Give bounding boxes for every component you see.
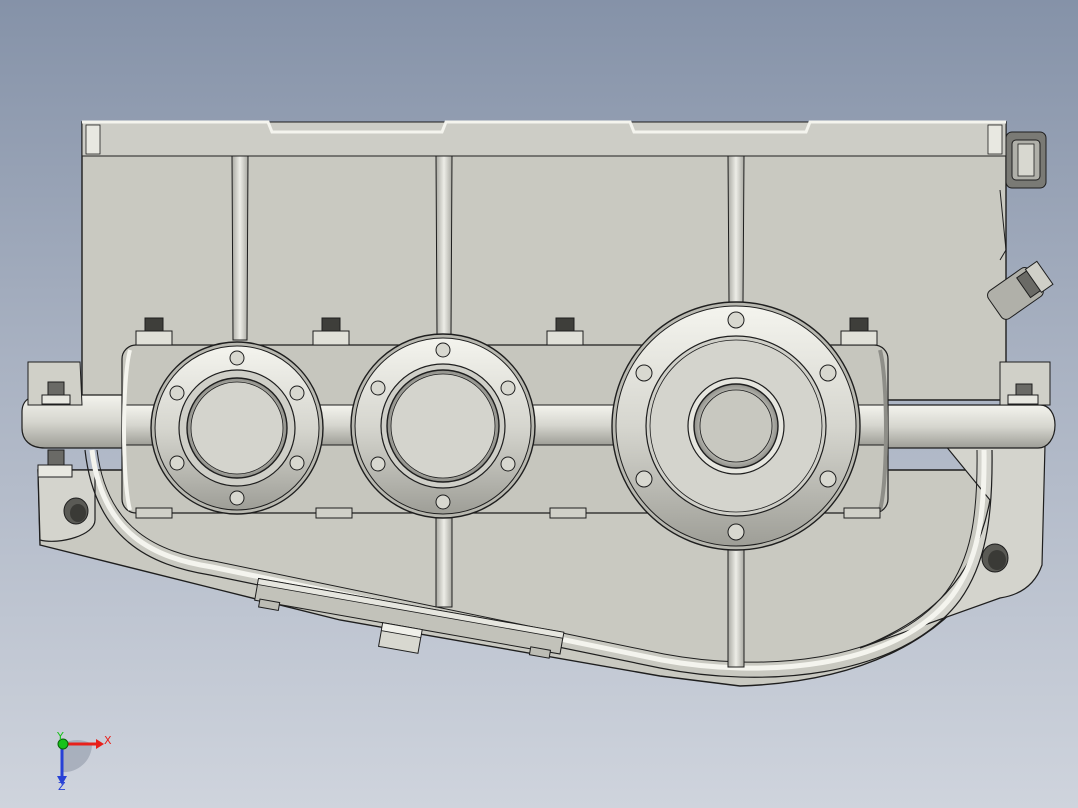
triad-z-label: Z xyxy=(58,780,66,793)
triad-y-label: Y xyxy=(56,730,64,743)
cad-viewport[interactable]: X Y Z xyxy=(0,0,1078,808)
coordinate-triad: X Y Z xyxy=(56,730,112,793)
triad-x-label: X xyxy=(104,734,112,747)
